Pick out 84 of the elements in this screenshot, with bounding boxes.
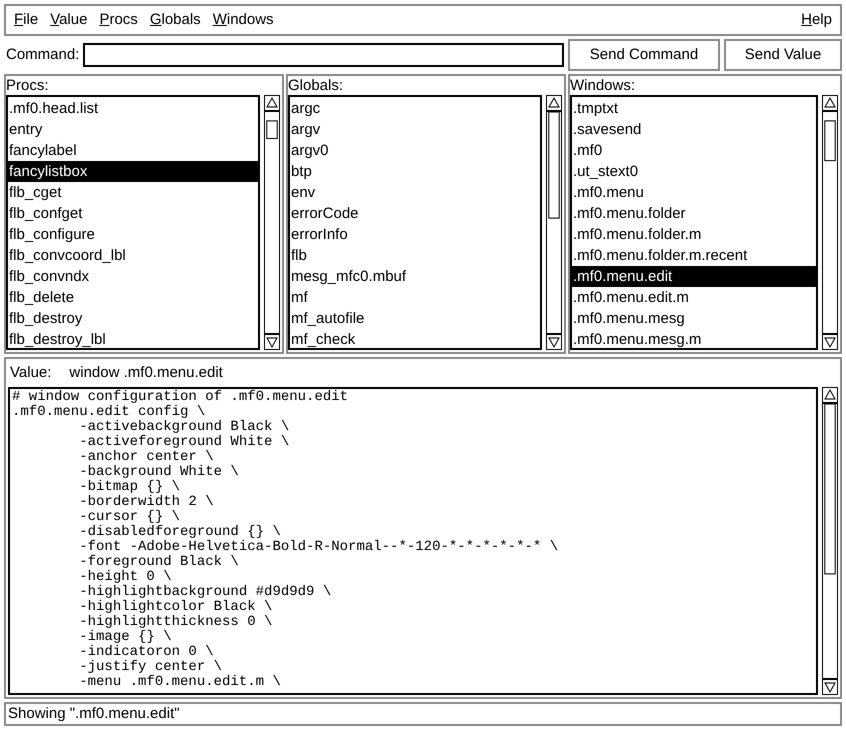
code-line: # window configuration of .mf0.menu.edit: [12, 390, 350, 405]
send-button[interactable]: Send Value: [724, 39, 842, 71]
scroll-down-icon[interactable]: [822, 679, 838, 695]
menu-item[interactable]: Help: [797, 8, 836, 32]
code-line: -bitmap {} \: [78, 480, 182, 495]
value-name: window .mf0.menu.edit: [69, 362, 223, 383]
list-item[interactable]: .savesend: [572, 119, 816, 140]
code-line: -justify center \: [78, 660, 222, 675]
code-line: -activeforeground White \: [78, 435, 290, 450]
code-line: -highlightthickness 0 \: [78, 615, 274, 630]
list-item[interactable]: .tmptxt: [572, 98, 816, 119]
scroll-up-icon[interactable]: [822, 387, 838, 403]
code-line: -menu .mf0.menu.edit.m \: [78, 675, 282, 690]
list-item[interactable]: mf_check: [290, 329, 540, 348]
list-item[interactable]: flb_convndx: [8, 266, 258, 287]
list-item[interactable]: mesg_mfc0.mbuf: [290, 266, 540, 287]
code-line: -indicatoron 0 \: [78, 645, 214, 660]
list-item[interactable]: flb_destroy: [8, 308, 258, 329]
list-item[interactable]: argv: [290, 119, 540, 140]
menu-item[interactable]: Procs: [95, 8, 142, 32]
list-title: Globals:: [288, 76, 344, 95]
code-line: -borderwidth 2 \: [78, 495, 215, 510]
scroll-up-icon[interactable]: [546, 95, 562, 111]
list-item[interactable]: argv0: [290, 140, 540, 161]
menu-item[interactable]: File: [10, 8, 42, 32]
list-item[interactable]: .ut_stext0: [572, 161, 816, 182]
scroll-down-icon[interactable]: [822, 334, 838, 350]
list-item[interactable]: flb_configure: [8, 224, 258, 245]
code-line: -cursor {} \: [78, 510, 180, 525]
list-item[interactable]: flb_cget: [8, 182, 258, 203]
list-item[interactable]: flb_convcoord_lbl: [8, 245, 258, 266]
value-label: Value:: [10, 362, 52, 383]
scroll-up-icon[interactable]: [264, 95, 280, 111]
scrollbar[interactable]: [264, 111, 280, 334]
list-item[interactable]: fancylistbox: [8, 161, 258, 182]
scroll-down-icon[interactable]: [546, 334, 562, 350]
menu-item[interactable]: Windows: [208, 8, 278, 32]
list-item[interactable]: argc: [290, 98, 540, 119]
list-item[interactable]: entry: [8, 119, 258, 140]
list-item[interactable]: .mf0: [572, 140, 816, 161]
list-item[interactable]: .mf0.menu.edit: [572, 266, 816, 287]
list-item[interactable]: .mf0.menu.folder.m.recent: [572, 245, 816, 266]
list-item[interactable]: flb_destroy_lbl: [8, 329, 258, 348]
list-item[interactable]: mf: [290, 287, 540, 308]
code-line: -font -Adobe-Helvetica-Bold-R-Normal--*-120-*-*-*-*-*-* \: [78, 540, 560, 555]
list-item[interactable]: flb: [290, 245, 540, 266]
list-item[interactable]: .mf0.menu.mesg.m: [572, 329, 816, 348]
send-button[interactable]: Send Command: [568, 39, 720, 71]
code-line: -anchor center \: [78, 450, 214, 465]
scroll-down-icon[interactable]: [264, 334, 280, 350]
list-title: Windows:: [570, 76, 636, 95]
code-line: -background White \: [78, 465, 240, 480]
list-item[interactable]: fancylabel: [8, 140, 258, 161]
code-line: -image {} \: [78, 630, 172, 645]
list-item[interactable]: .mf0.head.list: [8, 98, 258, 119]
list-item[interactable]: mf_autofile: [290, 308, 540, 329]
list-item[interactable]: .mf0.menu.mesg: [572, 308, 816, 329]
list-item[interactable]: btp: [290, 161, 540, 182]
code-line: -height 0 \: [78, 570, 172, 585]
list-item[interactable]: errorCode: [290, 203, 540, 224]
list-title: Procs:: [6, 76, 50, 95]
code-line: -activebackground Black \: [78, 420, 290, 435]
menu-item[interactable]: Globals: [146, 8, 205, 32]
code-line: -highlightbackground #d9d9d9 \: [78, 585, 332, 600]
status-text: Showing ".mf0.menu.edit": [8, 704, 180, 724]
list-item[interactable]: .mf0.menu.folder: [572, 203, 816, 224]
command-field[interactable]: [83, 43, 564, 67]
scroll-up-icon[interactable]: [822, 95, 838, 111]
list-item[interactable]: .mf0.menu: [572, 182, 816, 203]
code-line: -disabledforeground {} \: [78, 525, 281, 540]
list-item[interactable]: .mf0.menu.folder.m: [572, 224, 816, 245]
code-line: -foreground Black \: [78, 555, 240, 570]
scrollbar[interactable]: [546, 111, 562, 334]
list-item[interactable]: env: [290, 182, 540, 203]
scrollbar[interactable]: [822, 403, 838, 679]
list-item[interactable]: flb_delete: [8, 287, 258, 308]
list-item[interactable]: flb_confget: [8, 203, 258, 224]
command-label: Command:: [5, 44, 80, 65]
code-line: .mf0.menu.edit config \: [12, 405, 206, 420]
list-item[interactable]: .mf0.menu.edit.m: [572, 287, 816, 308]
code-line: -highlightcolor Black \: [78, 600, 274, 615]
menu-item[interactable]: Value: [46, 8, 92, 32]
list-item[interactable]: errorInfo: [290, 224, 540, 245]
scrollbar[interactable]: [822, 111, 838, 334]
